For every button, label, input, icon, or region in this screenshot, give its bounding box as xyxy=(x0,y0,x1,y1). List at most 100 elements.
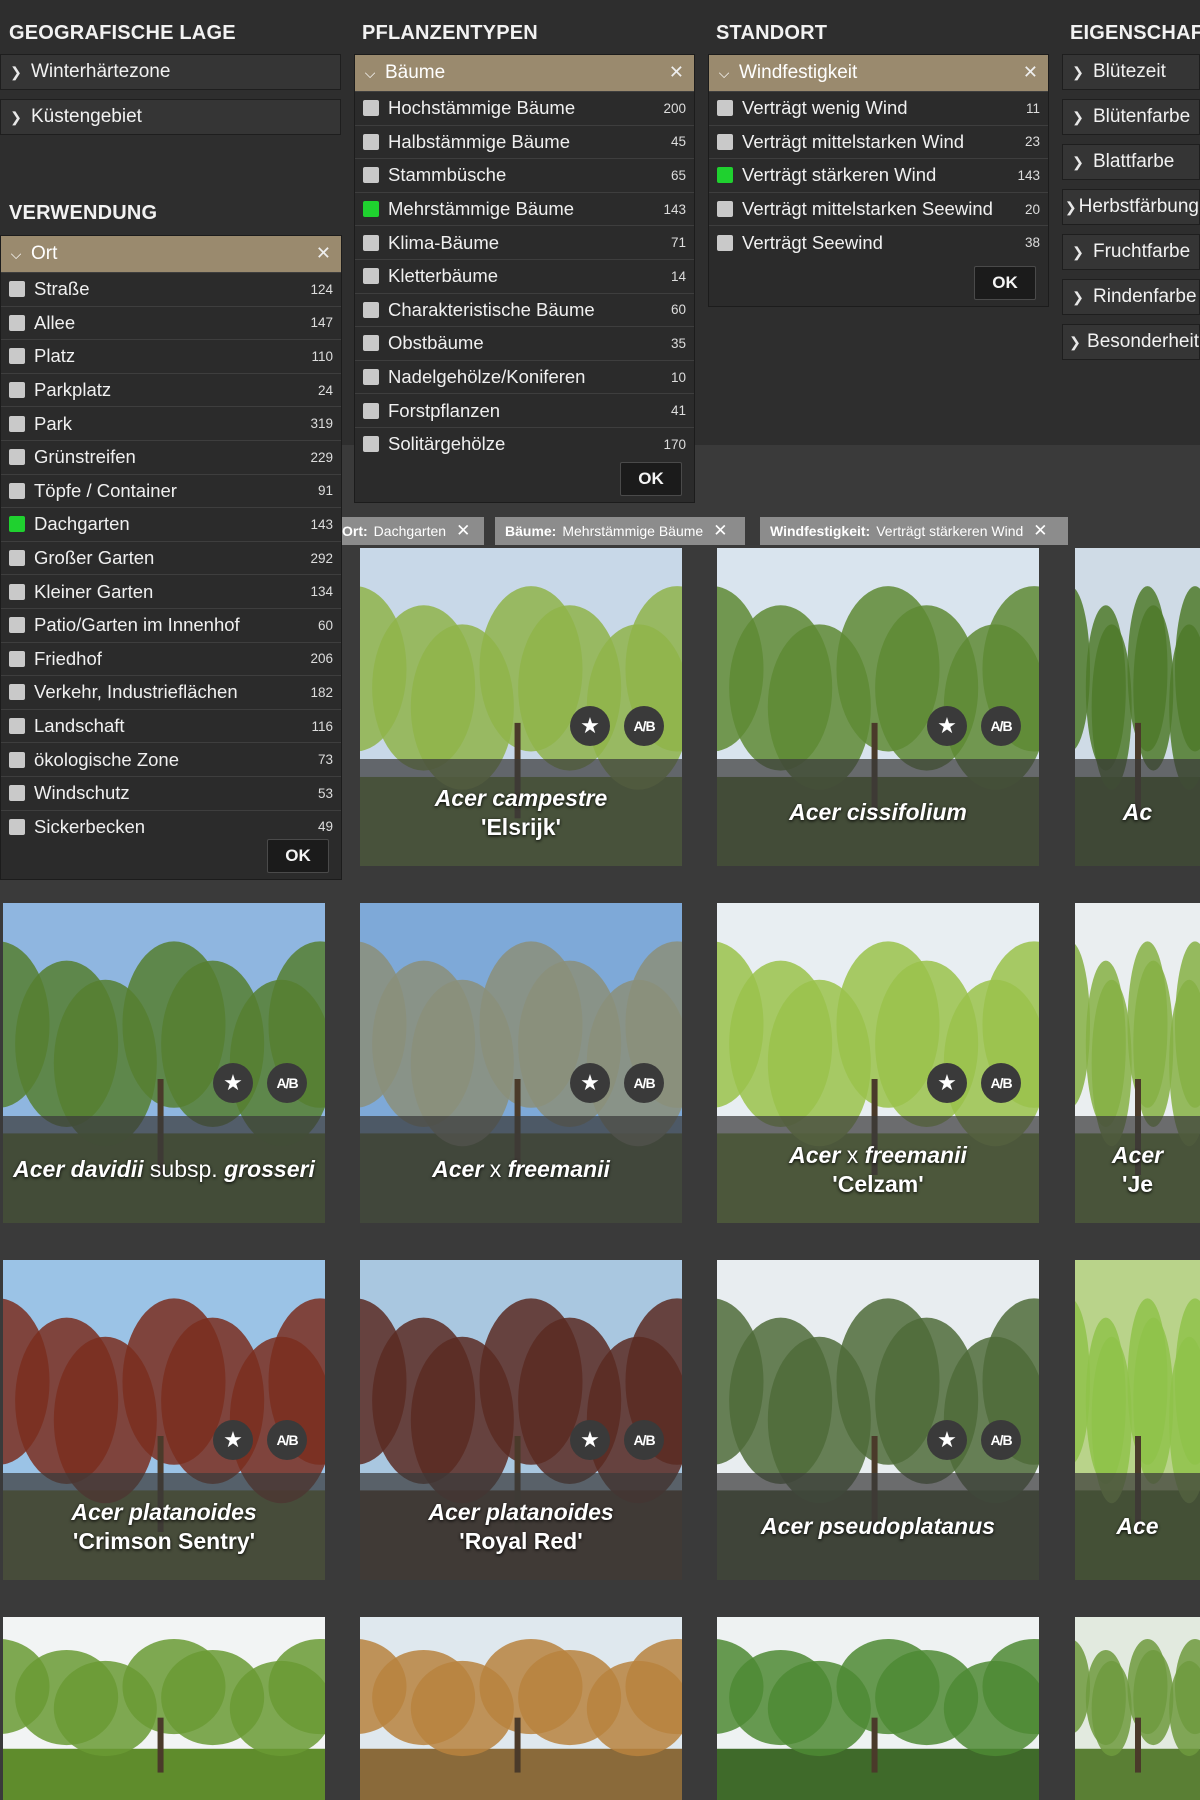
ort-option[interactable]: Kleiner Garten 134 xyxy=(1,574,341,608)
close-icon[interactable]: ✕ xyxy=(669,62,684,83)
checkbox[interactable] xyxy=(9,482,25,499)
ort-option[interactable]: Windschutz 53 xyxy=(1,775,341,810)
checkbox[interactable] xyxy=(717,133,733,150)
checkbox[interactable] xyxy=(9,415,25,432)
ort-option[interactable]: Verkehr, Industrieflächen 182 xyxy=(1,675,341,709)
favorite-star-icon[interactable]: ★ xyxy=(570,706,610,746)
plant-card[interactable]: ★ A/B Acer platanoides 'Royal Red' xyxy=(360,1260,682,1580)
filter-eigenschaft-item[interactable]: ❯ Besonderheit xyxy=(1062,324,1200,360)
checkbox[interactable] xyxy=(9,516,25,533)
baeume-option[interactable]: Mehrstämmige Bäume 143 xyxy=(355,191,694,226)
plant-card[interactable]: ★ A/B Acer cissifolium xyxy=(717,548,1039,866)
checkbox[interactable] xyxy=(363,133,379,150)
windfestigkeit-option[interactable]: Verträgt stärkeren Wind 143 xyxy=(709,158,1048,192)
favorite-star-icon[interactable]: ★ xyxy=(570,1420,610,1460)
checkbox[interactable] xyxy=(9,650,25,667)
baeume-option[interactable]: Nadelgehölze/Koniferen 10 xyxy=(355,359,694,394)
ok-button-baeume[interactable]: OK xyxy=(620,462,682,496)
filter-kuestengebiet[interactable]: ❯ Küstengebiet xyxy=(0,99,341,135)
plant-card[interactable]: ★ A/B Acer x freemanii xyxy=(360,903,682,1223)
checkbox[interactable] xyxy=(717,100,733,117)
ort-option[interactable]: Patio/Garten im Innenhof 60 xyxy=(1,607,341,642)
close-icon[interactable]: ✕ xyxy=(1033,521,1047,541)
close-icon[interactable]: ✕ xyxy=(316,243,331,264)
checkbox[interactable] xyxy=(363,167,379,184)
checkbox[interactable] xyxy=(9,718,25,735)
compare-icon[interactable]: A/B xyxy=(624,1063,664,1103)
plant-card[interactable]: Ac xyxy=(1075,548,1200,866)
windfestigkeit-option[interactable]: Verträgt mittelstarken Wind 23 xyxy=(709,124,1048,159)
checkbox[interactable] xyxy=(717,201,733,218)
checkbox[interactable] xyxy=(363,268,379,285)
baeume-option[interactable]: Stammbüsche 65 xyxy=(355,158,694,192)
checkbox[interactable] xyxy=(9,818,25,835)
filter-eigenschaft-item[interactable]: ❯ Blütenfarbe xyxy=(1062,99,1200,135)
ok-button-ort[interactable]: OK xyxy=(267,839,329,873)
checkbox[interactable] xyxy=(363,301,379,318)
compare-icon[interactable]: A/B xyxy=(981,1420,1021,1460)
filter-eigenschaft-item[interactable]: ❯ Blattfarbe xyxy=(1062,144,1200,180)
baeume-option[interactable]: Solitärgehölze 170 xyxy=(355,426,694,461)
checkbox[interactable] xyxy=(9,348,25,365)
checkbox[interactable] xyxy=(9,751,25,768)
baeume-option[interactable]: Halbstämmige Bäume 45 xyxy=(355,124,694,159)
checkbox[interactable] xyxy=(9,684,25,701)
ort-option[interactable]: Töpfe / Container 91 xyxy=(1,473,341,508)
compare-icon[interactable]: A/B xyxy=(267,1420,307,1460)
filter-eigenschaft-item[interactable]: ❯ Fruchtfarbe xyxy=(1062,234,1200,270)
checkbox[interactable] xyxy=(363,335,379,352)
checkbox[interactable] xyxy=(363,402,379,419)
compare-icon[interactable]: A/B xyxy=(981,706,1021,746)
ort-option[interactable]: Allee 147 xyxy=(1,305,341,340)
checkbox[interactable] xyxy=(9,281,25,298)
compare-icon[interactable]: A/B xyxy=(624,706,664,746)
compare-icon[interactable]: A/B xyxy=(267,1063,307,1103)
checkbox[interactable] xyxy=(9,382,25,399)
plant-card[interactable]: ★ A/B Acer platanoides 'Crimson Sentry' xyxy=(3,1260,325,1580)
plant-card[interactable]: Ace xyxy=(1075,1260,1200,1580)
plant-card[interactable] xyxy=(3,1617,325,1800)
panel-header-baeume[interactable]: ⌵ Bäume ✕ xyxy=(355,55,694,91)
ort-option[interactable]: Landschaft 116 xyxy=(1,708,341,743)
checkbox[interactable] xyxy=(9,550,25,567)
checkbox[interactable] xyxy=(9,583,25,600)
filter-winterhaertezone[interactable]: ❯ Winterhärtezone xyxy=(0,54,341,90)
close-icon[interactable]: ✕ xyxy=(456,521,470,541)
plant-card[interactable]: ★ A/B Acer x freemanii 'Celzam' xyxy=(717,903,1039,1223)
baeume-option[interactable]: Hochstämmige Bäume 200 xyxy=(355,91,694,125)
filter-eigenschaft-item[interactable]: ❯ Blütezeit xyxy=(1062,54,1200,90)
baeume-option[interactable]: Kletterbäume 14 xyxy=(355,258,694,293)
favorite-star-icon[interactable]: ★ xyxy=(927,1420,967,1460)
close-icon[interactable]: ✕ xyxy=(1023,62,1038,83)
checkbox[interactable] xyxy=(9,785,25,802)
baeume-option[interactable]: Charakteristische Bäume 60 xyxy=(355,292,694,327)
ort-option[interactable]: Parkplatz 24 xyxy=(1,372,341,407)
windfestigkeit-option[interactable]: Verträgt Seewind 38 xyxy=(709,225,1048,259)
checkbox[interactable] xyxy=(717,234,733,251)
favorite-star-icon[interactable]: ★ xyxy=(570,1063,610,1103)
compare-icon[interactable]: A/B xyxy=(981,1063,1021,1103)
windfestigkeit-option[interactable]: Verträgt wenig Wind 11 xyxy=(709,91,1048,125)
ort-option[interactable]: Friedhof 206 xyxy=(1,641,341,676)
ort-option[interactable]: Grünstreifen 229 xyxy=(1,439,341,474)
panel-header-ort[interactable]: ⌵ Ort ✕ xyxy=(1,236,341,272)
plant-card[interactable]: ★ A/B Acer pseudoplatanus xyxy=(717,1260,1039,1580)
favorite-star-icon[interactable]: ★ xyxy=(927,1063,967,1103)
checkbox[interactable] xyxy=(363,436,379,453)
checkbox[interactable] xyxy=(363,234,379,251)
checkbox[interactable] xyxy=(9,449,25,466)
ort-option[interactable]: Straße 124 xyxy=(1,272,341,306)
plant-card[interactable]: Acer 'Je xyxy=(1075,903,1200,1223)
ort-option[interactable]: Großer Garten 292 xyxy=(1,540,341,575)
checkbox[interactable] xyxy=(363,369,379,386)
baeume-option[interactable]: Klima-Bäume 71 xyxy=(355,225,694,259)
plant-card[interactable] xyxy=(360,1617,682,1800)
favorite-star-icon[interactable]: ★ xyxy=(927,706,967,746)
ort-option[interactable]: Platz 110 xyxy=(1,339,341,373)
checkbox[interactable] xyxy=(363,100,379,117)
plant-card[interactable] xyxy=(717,1617,1039,1800)
panel-header-windfestigkeit[interactable]: ⌵ Windfestigkeit ✕ xyxy=(709,55,1048,91)
checkbox[interactable] xyxy=(363,201,379,218)
checkbox[interactable] xyxy=(717,167,733,184)
filter-eigenschaft-item[interactable]: ❯ Rindenfarbe xyxy=(1062,279,1200,315)
